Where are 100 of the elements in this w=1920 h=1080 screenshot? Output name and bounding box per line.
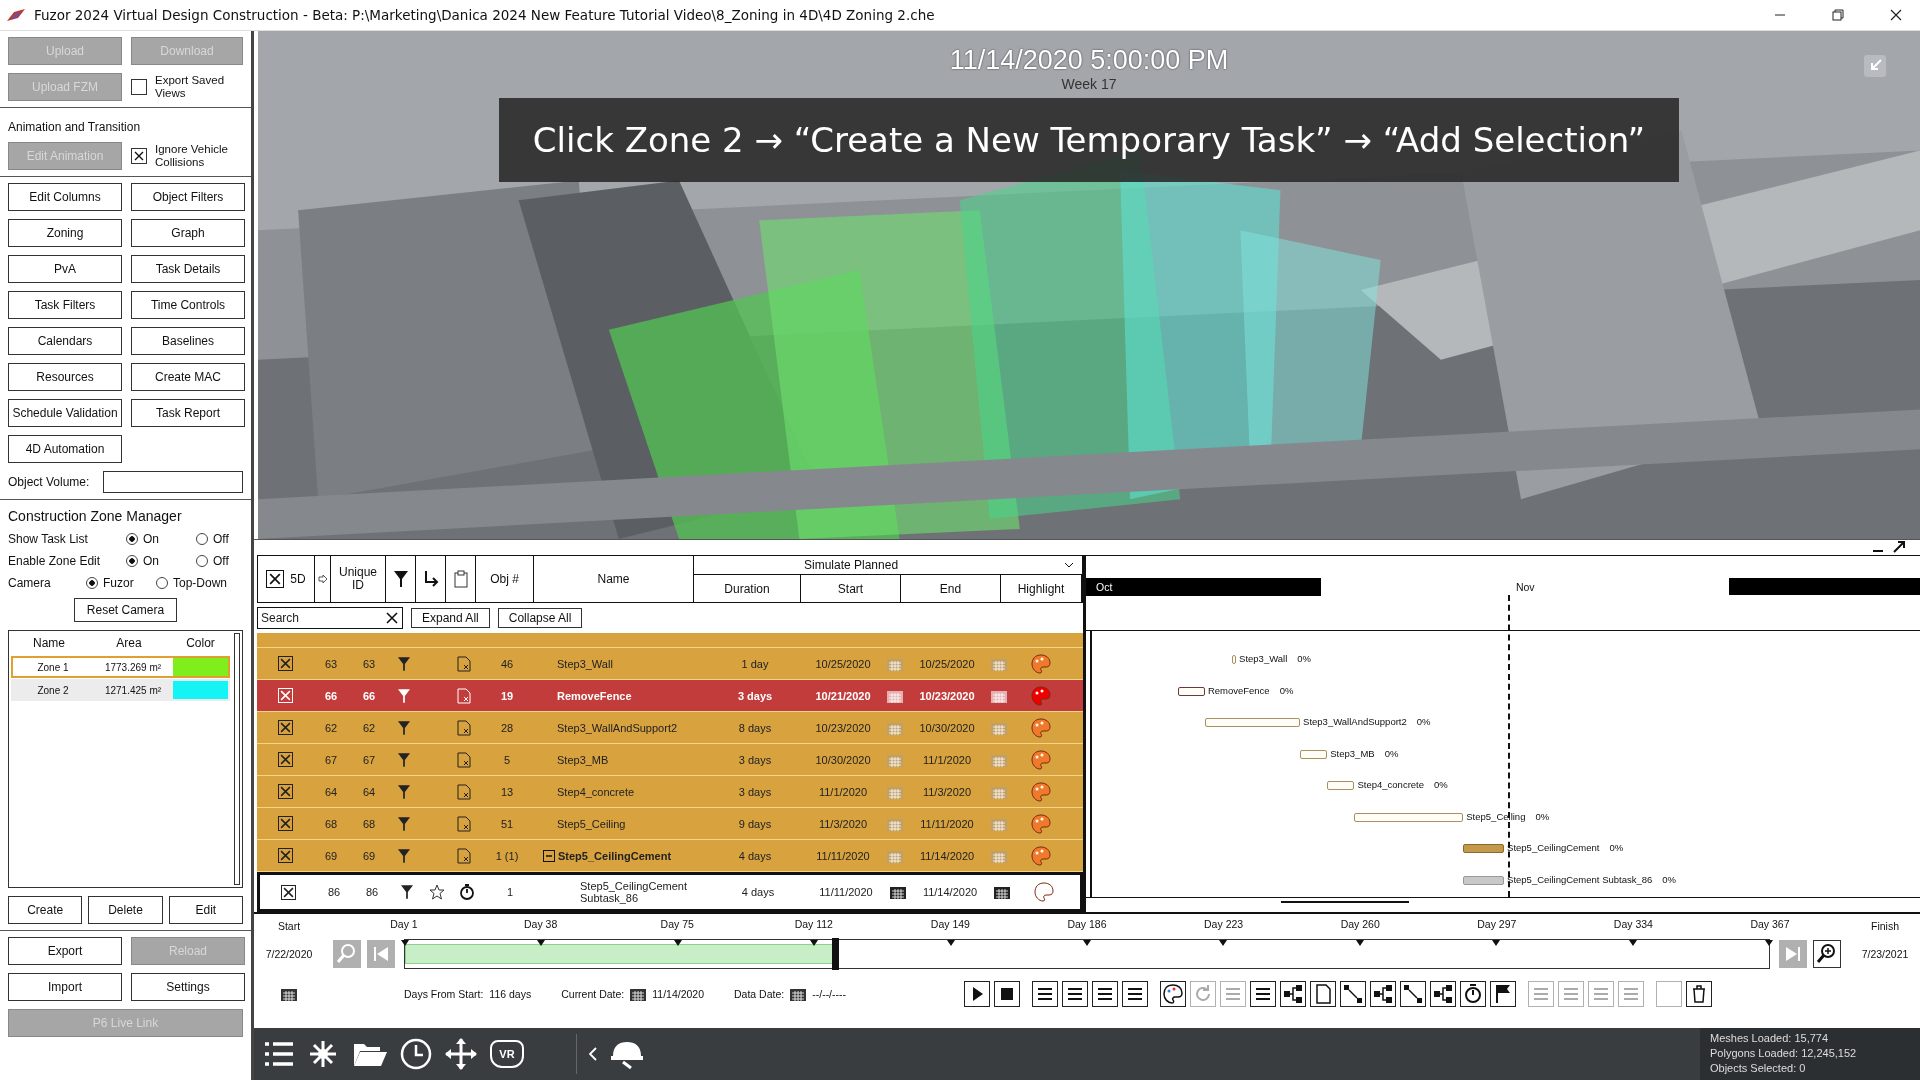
row-checkbox[interactable] <box>277 656 293 671</box>
panel-button[interactable]: Task Filters <box>8 291 122 319</box>
filter-icon[interactable] <box>393 570 408 588</box>
flag-icon[interactable] <box>1490 981 1516 1007</box>
task-row[interactable]: 64 64 13 Step4_concrete 3 days 11/1/2020 11/3/2020 <box>257 776 1083 808</box>
task-row[interactable]: 67 67 5 Step3_MB 3 days 10/30/2020 11/1/2020 <box>257 744 1083 776</box>
panel-button[interactable]: Time Controls <box>131 291 245 319</box>
object-volume-field[interactable] <box>103 471 243 493</box>
zone-action-button[interactable]: Delete <box>88 896 163 924</box>
filter-icon[interactable] <box>398 719 410 736</box>
nodes-icon[interactable] <box>1340 981 1366 1007</box>
calendar-icon[interactable] <box>790 987 807 1001</box>
row-checkbox[interactable] <box>277 848 293 863</box>
document-icon[interactable] <box>457 655 471 672</box>
zone-row[interactable]: Zone 1 1773.269 m² <box>11 656 230 678</box>
panel-button[interactable]: Baselines <box>131 327 245 355</box>
checkbox[interactable] <box>266 570 285 588</box>
zone-row[interactable]: Zone 2 1271.425 m² <box>11 679 230 701</box>
list-icon[interactable] <box>1092 981 1118 1007</box>
calendar-icon[interactable] <box>890 885 906 899</box>
zone-action-button[interactable]: Edit <box>168 896 243 924</box>
panel-button[interactable]: Object Filters <box>131 183 245 211</box>
panel-button[interactable]: Edit Columns <box>8 183 122 211</box>
clock-icon[interactable] <box>400 1038 432 1070</box>
timeline-handle[interactable] <box>831 938 839 970</box>
document-icon[interactable] <box>1310 981 1336 1007</box>
menu-icon[interactable] <box>264 1040 294 1068</box>
return-arrow-icon[interactable] <box>422 570 439 588</box>
close-icon[interactable] <box>1890 9 1902 21</box>
tree-icon[interactable] <box>1370 981 1396 1007</box>
gantt-bar[interactable] <box>1177 686 1205 696</box>
zone-action-button[interactable]: Create <box>8 896 83 924</box>
arrow-icon[interactable] <box>317 574 328 584</box>
filter-icon[interactable] <box>398 751 410 768</box>
column-header[interactable]: Start <box>801 575 901 602</box>
chevron-left-icon[interactable] <box>589 1047 597 1061</box>
expand-icon[interactable] <box>1892 540 1906 554</box>
task-row[interactable]: 68 68 51 Step5_Ceiling 9 days 11/3/2020 11/11/2020 <box>257 808 1083 840</box>
search-field[interactable]: Search <box>257 607 403 629</box>
filter-icon[interactable] <box>398 655 410 672</box>
move-icon[interactable] <box>444 1037 478 1071</box>
column-header[interactable]: Unique ID <box>338 566 378 592</box>
trash-icon[interactable] <box>1686 981 1712 1007</box>
row-checkbox[interactable] <box>277 720 293 735</box>
panel-button[interactable]: Settings <box>131 973 245 1001</box>
zoom-in-icon[interactable] <box>1813 940 1841 968</box>
panel-button[interactable]: Zoning <box>8 219 122 247</box>
checkbox[interactable] <box>131 79 147 95</box>
column-header[interactable]: Duration <box>694 575 801 602</box>
panel-button[interactable]: Task Details <box>131 255 245 283</box>
row-checkbox[interactable] <box>277 784 293 799</box>
list-icon[interactable] <box>1062 981 1088 1007</box>
tree-icon[interactable] <box>1280 981 1306 1007</box>
list-icon[interactable] <box>1250 981 1276 1007</box>
panel-button[interactable]: Resources <box>8 363 122 391</box>
scrollbar[interactable] <box>234 633 240 885</box>
document-icon[interactable] <box>457 751 471 768</box>
filter-icon[interactable] <box>398 783 410 800</box>
calendar-icon[interactable] <box>630 987 647 1001</box>
panel-button[interactable]: Graph <box>131 219 245 247</box>
radio-button[interactable] <box>126 555 138 567</box>
panel-button[interactable]: Schedule Validation <box>8 399 122 427</box>
list-icon[interactable] <box>1032 981 1058 1007</box>
document-icon[interactable] <box>457 719 471 736</box>
gantt-bar[interactable] <box>1463 844 1505 854</box>
reset-camera-button[interactable]: Reset Camera <box>73 598 178 622</box>
column-header[interactable]: Name <box>597 572 630 586</box>
row-checkbox[interactable] <box>280 884 296 900</box>
star-icon[interactable] <box>429 884 445 900</box>
row-checkbox[interactable] <box>277 816 293 831</box>
stopwatch-icon[interactable] <box>459 884 475 900</box>
panel-button[interactable]: Task Report <box>131 399 245 427</box>
filter-icon[interactable] <box>398 847 410 864</box>
scrollbar[interactable] <box>1281 901 1409 904</box>
play-icon[interactable] <box>964 981 990 1007</box>
document-icon[interactable] <box>457 815 471 832</box>
filter-icon[interactable] <box>401 884 413 900</box>
collapse-icon[interactable] <box>543 849 555 862</box>
column-header[interactable]: Highlight <box>1001 575 1082 602</box>
panel-button[interactable]: Import <box>8 973 122 1001</box>
expand-all-button[interactable]: Expand All <box>411 608 490 628</box>
calendar-icon[interactable] <box>994 885 1010 899</box>
panel-button[interactable]: PvA <box>8 255 122 283</box>
tree-icon[interactable] <box>1430 981 1456 1007</box>
stop-icon[interactable] <box>994 981 1020 1007</box>
radio-button[interactable] <box>126 533 138 545</box>
clipboard-icon[interactable] <box>452 570 469 588</box>
task-row[interactable]: 62 62 28 Step3_WallAndSupport2 8 days 10/23/2020 10/30/2020 <box>257 712 1083 744</box>
stopwatch-icon[interactable] <box>1460 981 1486 1007</box>
nodes-icon[interactable] <box>1400 981 1426 1007</box>
clear-icon[interactable] <box>386 612 398 624</box>
task-row[interactable]: 86 86 1 Step5_CeilingCement Subtask_86 4 days 11/11/2020 11/14/2020 <box>257 872 1083 912</box>
timeline-track[interactable] <box>404 939 1770 969</box>
panel-button[interactable]: 4D Automation <box>8 435 122 463</box>
column-header[interactable]: End <box>901 575 1001 602</box>
row-checkbox[interactable] <box>277 752 293 767</box>
calendar-icon[interactable] <box>281 987 297 1001</box>
panel-button[interactable]: Calendars <box>8 327 122 355</box>
collapse-all-button[interactable]: Collapse All <box>497 608 583 628</box>
task-row[interactable]: 63 63 46 Step3_Wall 1 day 10/25/2020 10/25/2020 <box>257 648 1083 680</box>
